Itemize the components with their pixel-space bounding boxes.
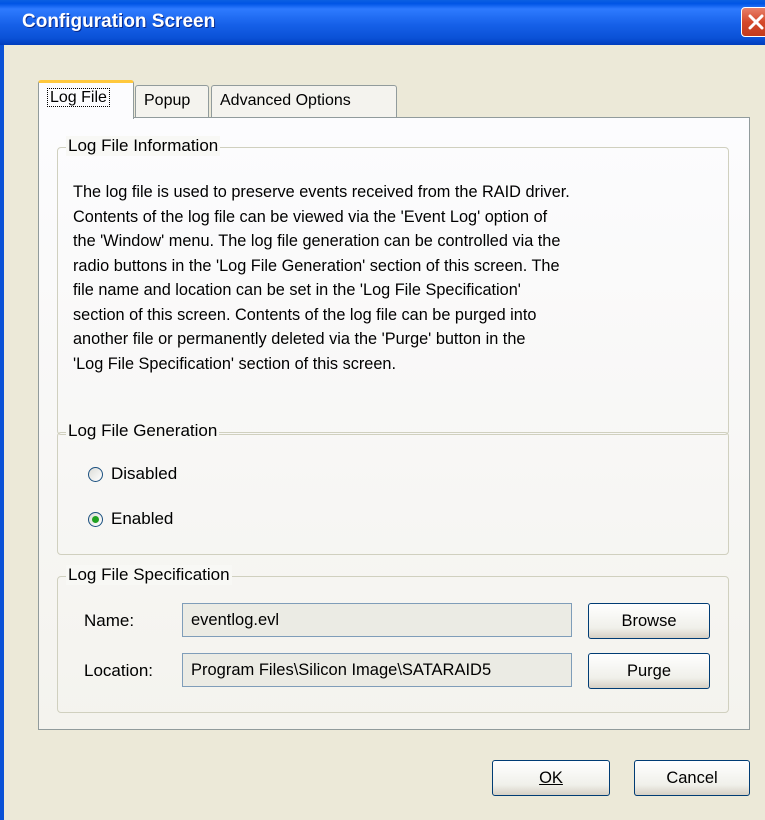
ok-button[interactable]: OK	[492, 760, 610, 796]
info-line: radio buttons in the 'Log File Generatio…	[73, 256, 560, 275]
name-field[interactable]: eventlog.evl	[182, 603, 572, 637]
location-value: Program Files\Silicon Image\SATARAID5	[191, 661, 492, 679]
group-legend: Log File Specification	[66, 565, 232, 585]
group-legend: Log File Generation	[66, 421, 220, 441]
radio-label: Enabled	[111, 509, 174, 528]
info-line: Contents of the log file can be viewed v…	[73, 207, 548, 226]
radio-disabled[interactable]: Disabled	[88, 464, 177, 484]
cancel-label: Cancel	[666, 769, 718, 787]
tab-label: Advanced Options	[220, 92, 351, 109]
name-label: Name:	[84, 611, 135, 630]
group-legend: Log File Information	[66, 136, 221, 156]
tab-label: Log File	[47, 88, 110, 107]
info-line: the 'Window' menu. The log file generati…	[73, 232, 561, 250]
info-line: section of this screen. Contents of the …	[73, 305, 537, 324]
ok-label: OK	[539, 769, 563, 787]
radio-label: Disabled	[111, 464, 178, 483]
log-file-information-text: The log file is used to preserve events …	[73, 180, 733, 376]
window-frame	[0, 45, 4, 820]
location-field[interactable]: Program Files\Silicon Image\SATARAID5	[182, 653, 572, 687]
log-file-specification-group: Log File Specification Name: eventlog.ev…	[57, 565, 729, 713]
cancel-button[interactable]: Cancel	[634, 760, 750, 796]
title-bar: Configuration Screen	[0, 0, 765, 45]
info-line: file name and location can be set in the…	[73, 281, 521, 299]
log-file-generation-group: Log File Generation Disabled Enabled	[57, 421, 729, 555]
tab-log-file[interactable]: Log File	[38, 80, 134, 119]
tab-popup[interactable]: Popup	[135, 85, 209, 117]
tab-advanced-options[interactable]: Advanced Options	[211, 85, 397, 117]
tab-panel-log-file: Log File Information The log file is use…	[38, 117, 750, 730]
browse-button[interactable]: Browse	[588, 603, 710, 639]
radio-button-icon[interactable]	[88, 466, 103, 482]
info-line: The log file is used to preserve events …	[73, 183, 570, 201]
close-icon	[748, 14, 764, 30]
info-line: 'Log File Specification' section of this…	[73, 354, 396, 373]
close-button[interactable]	[741, 7, 765, 37]
window-title: Configuration Screen	[22, 11, 216, 32]
purge-button[interactable]: Purge	[588, 653, 710, 689]
log-file-information-group: Log File Information The log file is use…	[57, 136, 729, 435]
radio-button-checked-icon[interactable]	[88, 511, 103, 527]
radio-enabled[interactable]: Enabled	[88, 509, 173, 529]
location-label: Location:	[84, 661, 153, 680]
tab-label: Popup	[144, 92, 191, 109]
info-line: another file or permanently deleted via …	[73, 330, 526, 348]
